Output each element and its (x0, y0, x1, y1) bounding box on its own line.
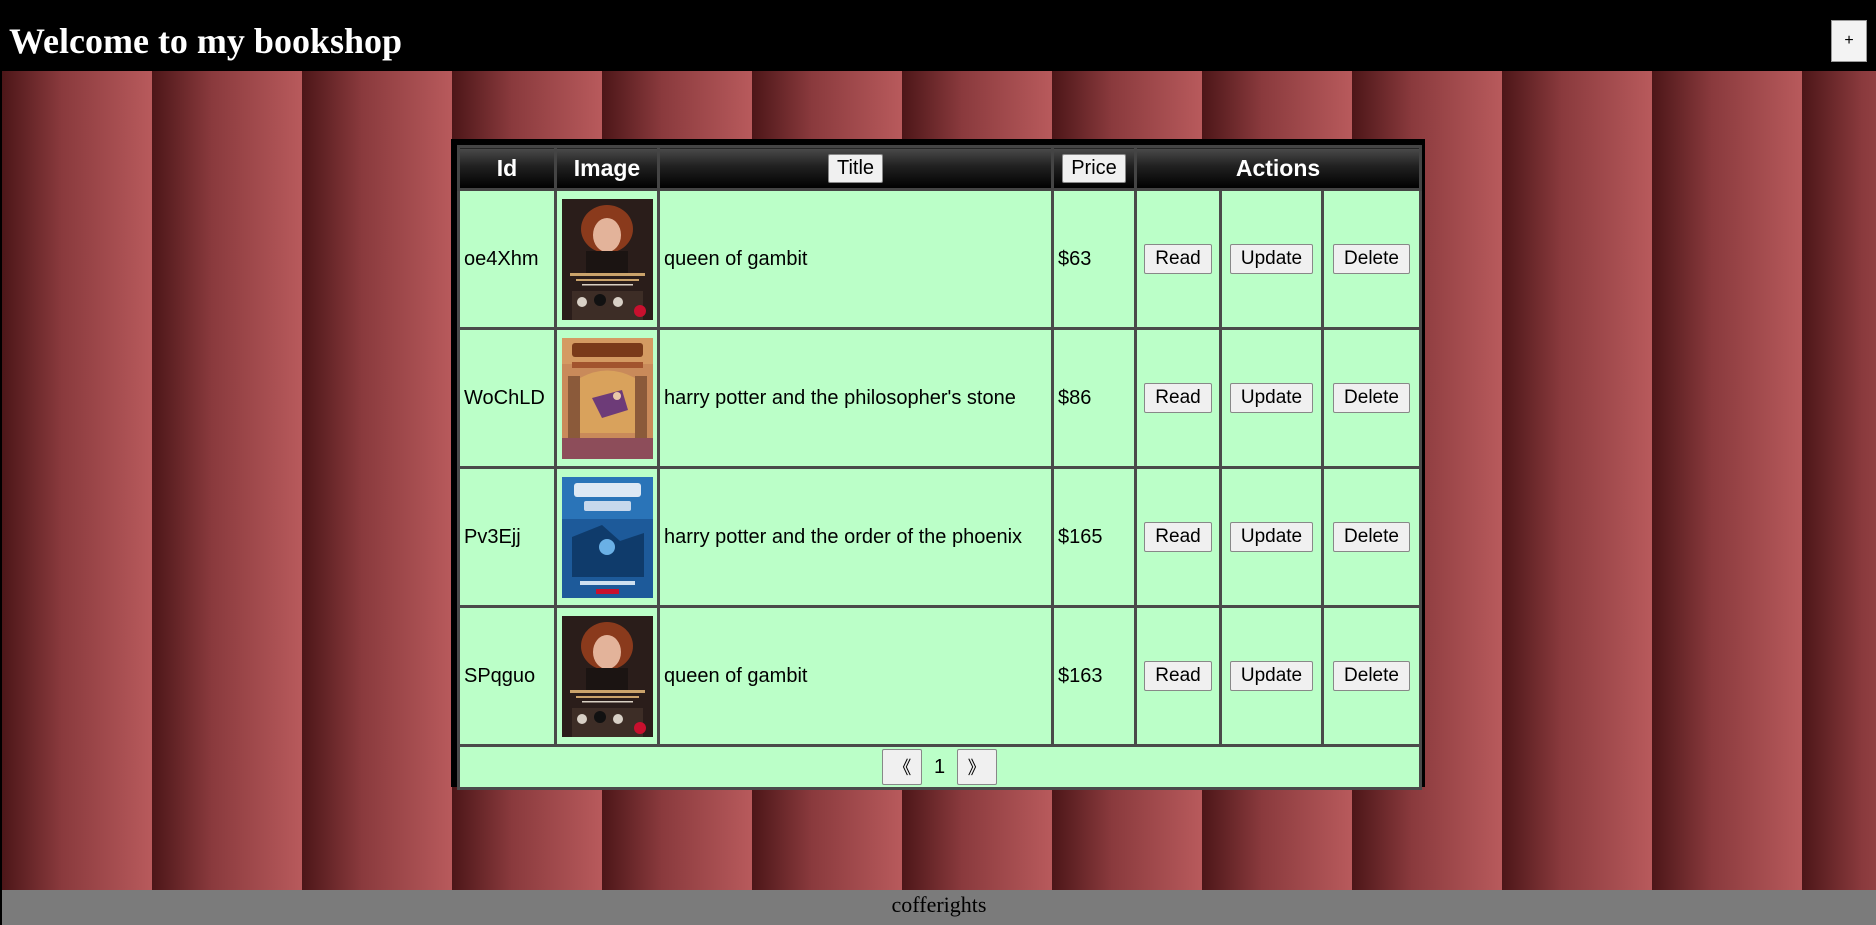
previous-page-button[interactable]: 《 (882, 749, 923, 785)
delete-button[interactable]: Delete (1333, 383, 1410, 413)
column-header-price: Price (1051, 145, 1137, 191)
current-page-number: 1 (933, 755, 946, 778)
queens-gambit-cover (561, 198, 653, 320)
update-button[interactable]: Update (1229, 244, 1314, 274)
book-title: harry potter and the order of the phoeni… (657, 466, 1054, 608)
footer: cofferights (2, 890, 1876, 925)
book-title: queen of gambit (657, 605, 1054, 747)
book-price: $63 (1051, 188, 1137, 330)
read-button[interactable]: Read (1144, 522, 1212, 552)
table-row: oe4Xhm queen of gambit $63 Read Update D… (457, 188, 1423, 330)
book-table-panel: Id Image Title Price Actions oe4Xhm quee… (451, 139, 1425, 790)
book-title: queen of gambit (657, 188, 1054, 330)
read-button[interactable]: Read (1144, 244, 1212, 274)
delete-button[interactable]: Delete (1333, 522, 1410, 552)
harry-potter-philosophers-stone-cover (561, 337, 653, 459)
read-button[interactable]: Read (1144, 383, 1212, 413)
queens-gambit-cover (561, 615, 653, 737)
pagination-row: 《 1 》 (456, 744, 1423, 790)
add-book-button[interactable]: + (1831, 20, 1867, 62)
update-button[interactable]: Update (1229, 522, 1314, 552)
table-header-row: Id Image Title Price Actions (457, 145, 1423, 191)
column-header-id: Id (457, 145, 557, 191)
book-id: Pv3Ejj (457, 466, 557, 608)
read-button[interactable]: Read (1144, 661, 1212, 691)
book-price: $165 (1051, 466, 1137, 608)
book-price: $86 (1051, 327, 1137, 469)
update-button[interactable]: Update (1229, 383, 1314, 413)
header: Welcome to my bookshop + (0, 0, 1876, 71)
table-row: WoChLD harry potter and the philosopher'… (457, 327, 1423, 469)
column-header-image: Image (554, 145, 660, 191)
sort-by-price-button[interactable]: Price (1062, 154, 1126, 183)
next-page-button[interactable]: 》 (956, 749, 997, 785)
column-header-title: Title (657, 145, 1054, 191)
sort-by-title-button[interactable]: Title (827, 154, 884, 183)
harry-potter-order-of-phoenix-cover (561, 476, 653, 598)
book-id: SPqguo (457, 605, 557, 747)
update-button[interactable]: Update (1229, 661, 1314, 691)
footer-text: cofferights (891, 892, 987, 917)
table-row: SPqguo queen of gambit $163 Read Update … (457, 605, 1423, 747)
column-header-actions: Actions (1133, 145, 1423, 191)
pagination: 《 1 》 (456, 744, 1423, 790)
book-title: harry potter and the philosopher's stone (657, 327, 1054, 469)
book-id: oe4Xhm (457, 188, 557, 330)
books-table: Id Image Title Price Actions oe4Xhm quee… (456, 145, 1423, 790)
table-row: Pv3Ejj harry potter and the order of the… (457, 466, 1423, 608)
page-title: Welcome to my bookshop (9, 21, 403, 61)
book-id: WoChLD (457, 327, 557, 469)
delete-button[interactable]: Delete (1333, 244, 1410, 274)
book-price: $163 (1051, 605, 1137, 747)
delete-button[interactable]: Delete (1333, 661, 1410, 691)
